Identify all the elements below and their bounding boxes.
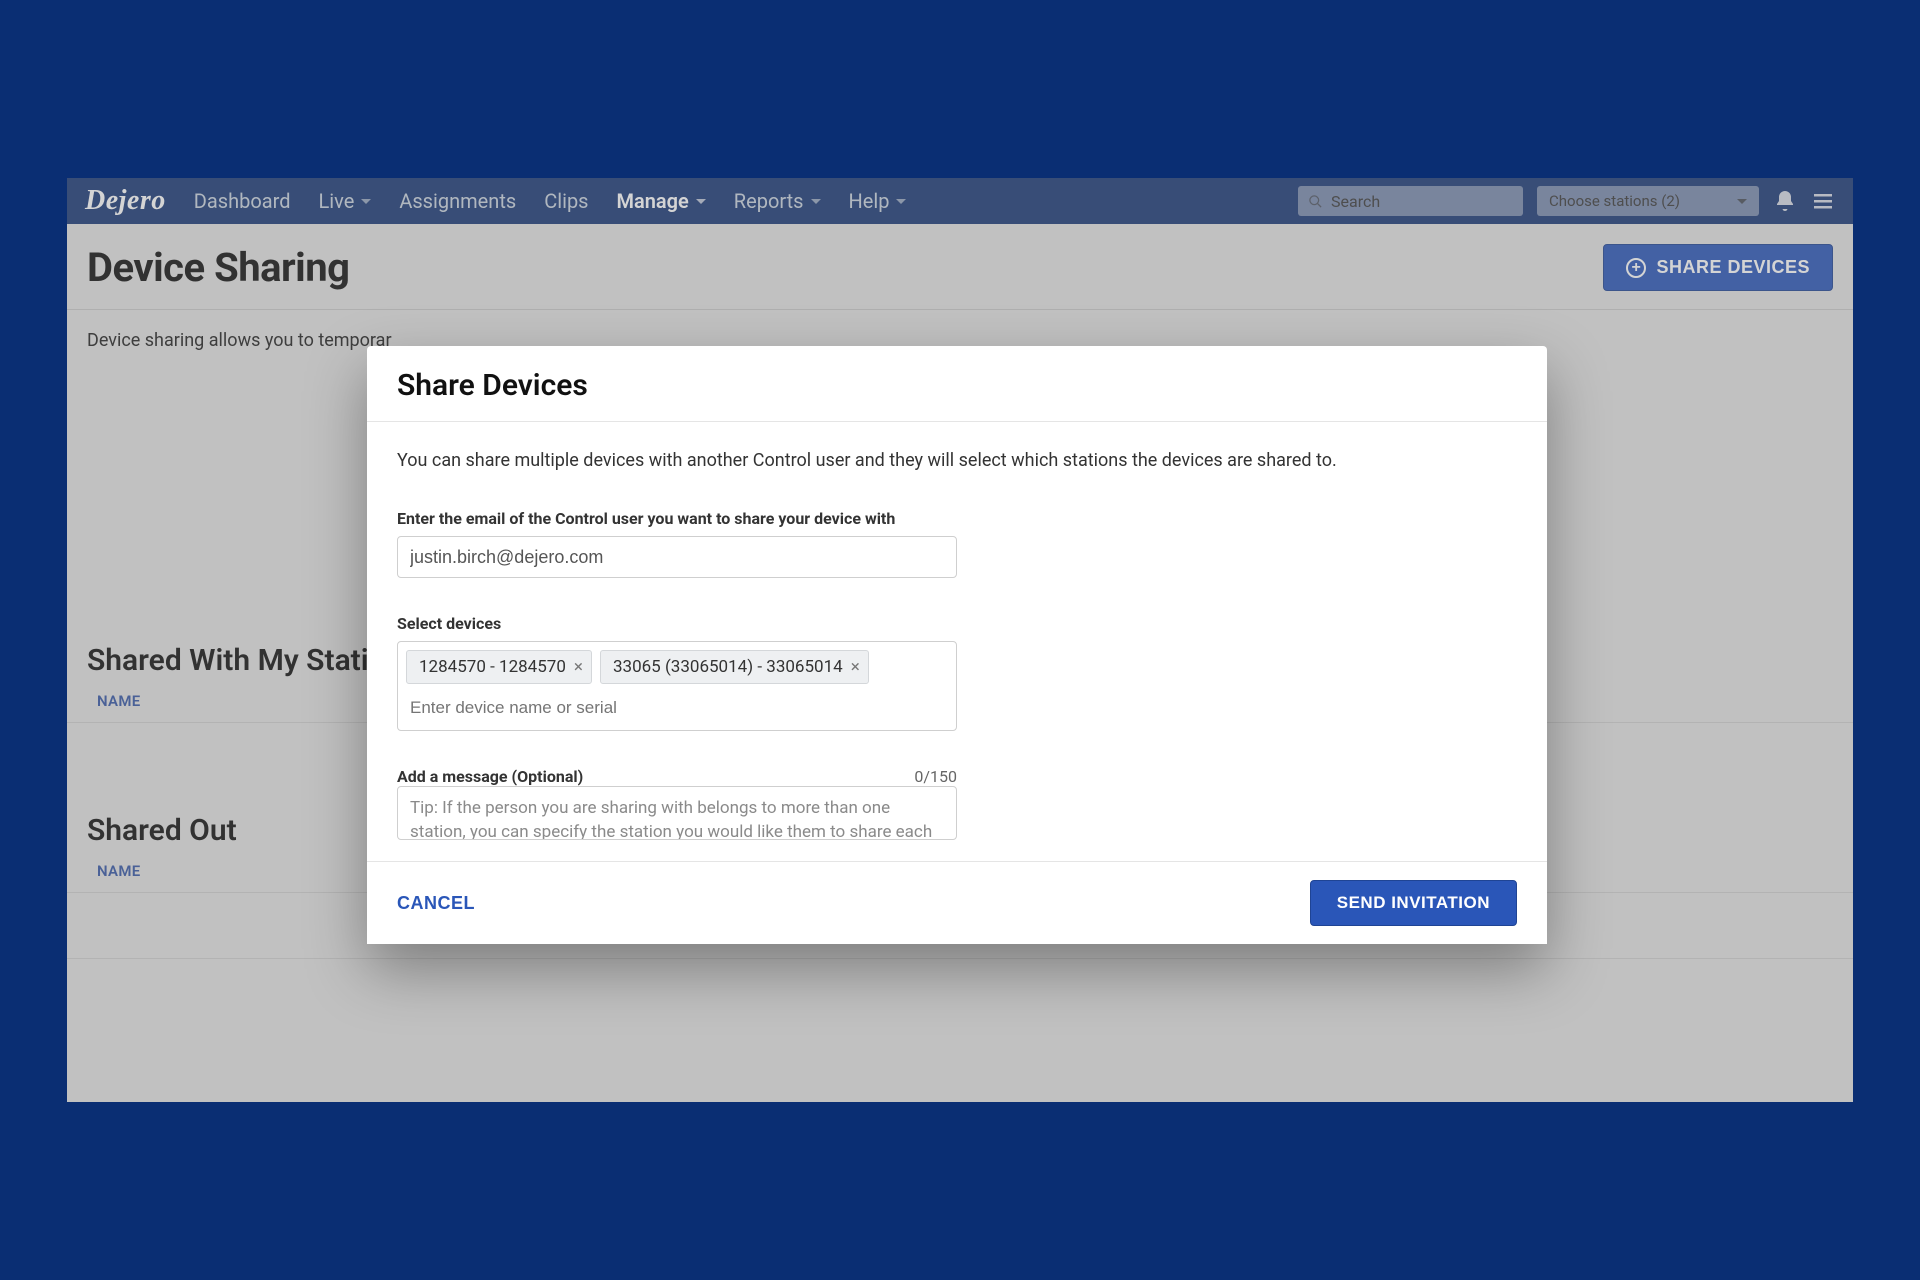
modal-body[interactable]: You can share multiple devices with anot… bbox=[367, 422, 1547, 861]
remove-chip-icon[interactable]: × bbox=[574, 657, 583, 677]
modal-title: Share Devices bbox=[367, 346, 1547, 422]
share-devices-modal: Share Devices You can share multiple dev… bbox=[367, 346, 1547, 944]
email-label: Enter the email of the Control user you … bbox=[397, 509, 1517, 528]
app-window: Dejero Dashboard Live Assignments Clips … bbox=[67, 178, 1853, 1102]
email-field-block: Enter the email of the Control user you … bbox=[397, 509, 1517, 578]
device-chip: 1284570 - 1284570 × bbox=[406, 650, 592, 684]
message-char-counter: 0/150 bbox=[914, 767, 957, 786]
device-chip-label: 1284570 - 1284570 bbox=[419, 657, 566, 677]
message-textarea[interactable]: Tip: If the person you are sharing with … bbox=[397, 786, 957, 840]
device-chip: 33065 (33065014) - 33065014 × bbox=[600, 650, 869, 684]
modal-footer: CANCEL SEND INVITATION bbox=[367, 861, 1547, 944]
device-search-input[interactable] bbox=[406, 692, 948, 730]
device-multiselect[interactable]: 1284570 - 1284570 × 33065 (33065014) - 3… bbox=[397, 641, 957, 731]
device-chip-label: 33065 (33065014) - 33065014 bbox=[613, 657, 843, 677]
send-invitation-button[interactable]: SEND INVITATION bbox=[1310, 880, 1517, 926]
modal-intro-text: You can share multiple devices with anot… bbox=[397, 450, 1517, 471]
devices-field-block: Select devices 1284570 - 1284570 × 33065… bbox=[397, 614, 1517, 731]
remove-chip-icon[interactable]: × bbox=[851, 657, 860, 677]
devices-label: Select devices bbox=[397, 614, 1517, 633]
message-field-block: Add a message (Optional) 0/150 Tip: If t… bbox=[397, 767, 1517, 840]
message-label: Add a message (Optional) bbox=[397, 767, 583, 786]
email-input[interactable] bbox=[397, 536, 957, 578]
cancel-button[interactable]: CANCEL bbox=[397, 893, 475, 914]
